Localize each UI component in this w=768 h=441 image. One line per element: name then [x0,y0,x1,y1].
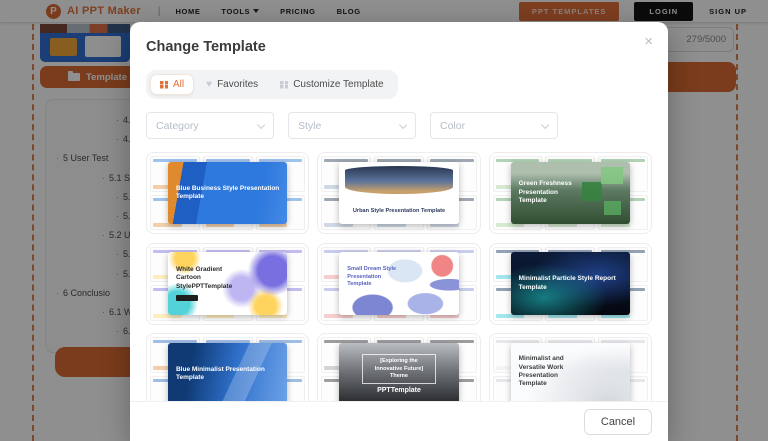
grid-icon [160,81,168,89]
tab-label: Favorites [217,79,258,90]
cancel-button[interactable]: Cancel [584,409,652,435]
template-cover: Minimalist Particle Style Report Templat… [511,252,630,314]
change-template-modal: Change Template × All ♥ Favorites Custom… [130,22,668,441]
template-cover: Urban Style Presentation Template [339,162,458,224]
tab-customize-template[interactable]: Customize Template [270,74,393,95]
template-cover: White Gradient Cartoon StylePPTTemplate [168,252,287,314]
template-grid: Blue Business Style Presentation Templat… [146,152,652,416]
select-placeholder: Category [156,120,199,132]
tab-all[interactable]: All [150,74,194,95]
template-card-white-gradient-cartoon[interactable]: White Gradient Cartoon StylePPTTemplate [146,243,309,325]
select-placeholder: Color [440,120,465,132]
cover-button-shape [176,295,198,301]
template-tabs: All ♥ Favorites Customize Template [146,70,398,99]
screen: P AI PPT Maker | HOME TOOLS PRICING BLOG… [0,0,768,441]
category-select[interactable]: Category [146,112,274,139]
template-card-urban-style[interactable]: Urban Style Presentation Template [317,152,480,234]
heart-icon: ♥ [206,80,212,90]
template-title: Green Freshness Presentation Template [519,180,581,205]
template-title: Blue Business Style Presentation Templat… [176,185,279,202]
template-cover: Small Dream Style Presentation Template [339,252,458,314]
tab-label: Customize Template [293,79,383,90]
style-select[interactable]: Style [288,112,416,139]
template-card-small-dream[interactable]: Small Dream Style Presentation Template [317,243,480,325]
template-title: Blue Minimalist Presentation Template [176,366,279,383]
template-cover: Minimalist and Versatile Work Presentati… [511,343,630,405]
close-icon[interactable]: × [644,34,653,49]
select-placeholder: Style [298,120,321,132]
template-title: [Exploring the Innovative Future] Theme [362,354,436,384]
modal-title: Change Template [146,39,652,55]
template-title: Minimalist Particle Style Report Templat… [519,275,622,292]
color-select[interactable]: Color [430,112,558,139]
template-card-minimalist-particle[interactable]: Minimalist Particle Style Report Templat… [489,243,652,325]
template-cover: Blue Minimalist Presentation Template [168,343,287,405]
modal-footer: Cancel [130,401,668,441]
template-title: Small Dream Style Presentation Template [347,266,404,288]
chevron-down-icon [541,121,549,129]
tab-label: All [173,79,184,90]
tab-favorites[interactable]: ♥ Favorites [196,74,268,95]
template-title: White Gradient Cartoon StylePPTTemplate [176,266,248,291]
template-card-green-freshness[interactable]: Green Freshness Presentation Template [489,152,652,234]
template-title: Minimalist and Versatile Work Presentati… [519,355,573,389]
template-cover: Green Freshness Presentation Template [511,162,630,224]
filter-row: Category Style Color [146,112,652,139]
template-card-blue-business[interactable]: Blue Business Style Presentation Templat… [146,152,309,234]
chevron-down-icon [399,121,407,129]
template-cover: Blue Business Style Presentation Templat… [168,162,287,224]
customize-grid-icon [280,81,288,89]
chevron-down-icon [257,121,265,129]
template-subtitle: PPTTemplate [377,387,421,394]
template-cover: [Exploring the Innovative Future] Theme … [339,343,458,405]
template-title: Urban Style Presentation Template [347,208,450,215]
